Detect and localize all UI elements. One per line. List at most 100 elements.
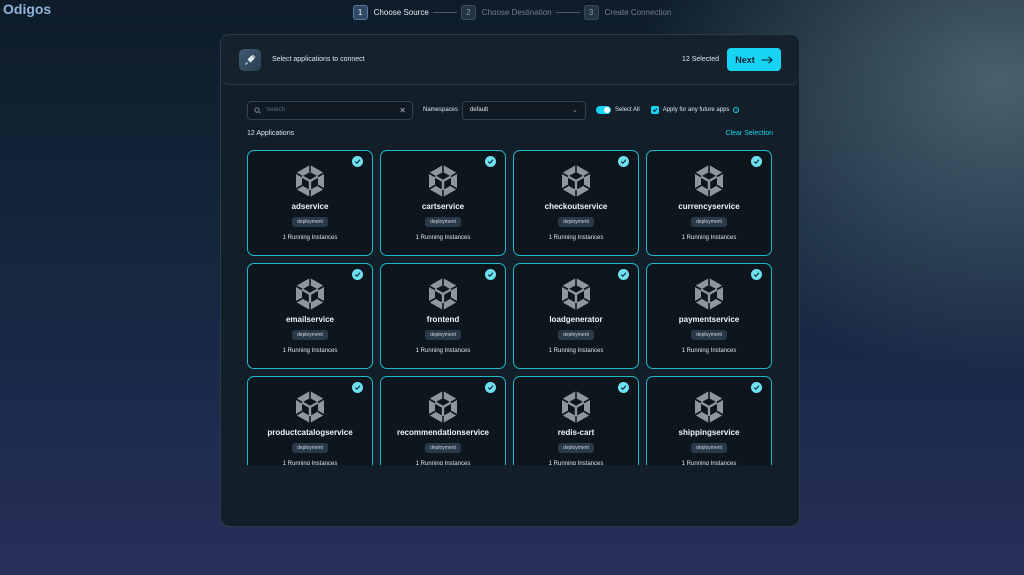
step-number: 2 xyxy=(460,5,476,20)
application-card[interactable]: recommendationservice deployment 1 Runni… xyxy=(380,376,506,465)
workload-kind-badge: deployment xyxy=(425,330,461,340)
cube-icon xyxy=(694,165,724,197)
running-instances: 1 Running Instances xyxy=(282,461,338,465)
running-instances: 1 Running Instances xyxy=(548,348,604,354)
header-actions: 12 Selected Next xyxy=(682,48,781,71)
step-connector xyxy=(555,12,580,13)
selected-check-icon xyxy=(485,269,496,280)
future-apps-checkbox[interactable] xyxy=(650,106,659,114)
panel-header: Select applications to connect 12 Select… xyxy=(221,35,799,85)
cube-icon xyxy=(694,391,724,423)
workload-kind-badge: deployment xyxy=(425,217,461,227)
step-number: 1 xyxy=(352,5,368,20)
application-card[interactable]: checkoutservice deployment 1 Running Ins… xyxy=(513,150,639,256)
search-input[interactable] xyxy=(266,107,400,113)
step-connector xyxy=(432,12,457,13)
check-icon xyxy=(652,108,658,113)
workload-kind-badge: deployment xyxy=(292,217,328,227)
workload-kind-badge: deployment xyxy=(558,330,594,340)
cube-icon xyxy=(295,165,325,197)
selected-check-icon xyxy=(751,382,762,393)
list-summary-row: 12 Applications Clear Selection xyxy=(247,130,773,137)
applications-grid-viewport[interactable]: adservice deployment 1 Running Instances… xyxy=(247,150,775,465)
application-card[interactable]: currencyservice deployment 1 Running Ins… xyxy=(646,150,772,256)
panel-title: Select applications to connect xyxy=(272,56,365,63)
selected-check-icon xyxy=(352,269,363,280)
cube-icon xyxy=(295,278,325,310)
application-name: adservice xyxy=(291,202,329,211)
application-name: cartservice xyxy=(421,202,465,211)
search-box: ✕ xyxy=(247,100,413,120)
step-create-connection: 3 Create Connection xyxy=(583,5,672,20)
application-name: loadgenerator xyxy=(549,315,603,324)
application-name: frontend xyxy=(426,315,460,324)
chevron-down-icon: ⌄ xyxy=(572,107,579,114)
application-card[interactable]: frontend deployment 1 Running Instances xyxy=(380,263,506,369)
search-icon xyxy=(254,106,261,114)
selected-check-icon xyxy=(618,156,629,167)
application-card[interactable]: loadgenerator deployment 1 Running Insta… xyxy=(513,263,639,369)
running-instances: 1 Running Instances xyxy=(415,461,471,465)
application-name: emailservice xyxy=(285,315,335,324)
clear-selection-link[interactable]: Clear Selection xyxy=(726,130,773,137)
clear-search-icon[interactable]: ✕ xyxy=(399,106,406,115)
application-name: paymentservice xyxy=(678,315,740,324)
workload-kind-badge: deployment xyxy=(558,217,594,227)
selected-check-icon xyxy=(485,156,496,167)
namespace-select[interactable]: default ⌄ xyxy=(462,100,587,120)
workload-kind-badge: deployment xyxy=(691,217,727,227)
filter-toolbar: ✕ Namespaces default ⌄ Select All Apply … xyxy=(247,100,775,120)
application-name: redis-cart xyxy=(557,428,595,437)
application-card[interactable]: adservice deployment 1 Running Instances xyxy=(247,150,373,256)
workload-kind-badge: deployment xyxy=(558,443,594,453)
namespace-value: default xyxy=(470,107,489,113)
running-instances: 1 Running Instances xyxy=(681,235,737,241)
cube-icon xyxy=(561,278,591,310)
running-instances: 1 Running Instances xyxy=(415,235,471,241)
workload-kind-badge: deployment xyxy=(691,443,727,453)
cube-icon xyxy=(295,391,325,423)
selected-check-icon xyxy=(485,382,496,393)
running-instances: 1 Running Instances xyxy=(548,235,604,241)
application-name: checkoutservice xyxy=(544,202,608,211)
select-all-label: Select All xyxy=(615,107,640,113)
selected-count: 12 Selected xyxy=(682,56,719,63)
cube-icon xyxy=(561,391,591,423)
selected-check-icon xyxy=(618,269,629,280)
application-card[interactable]: shippingservice deployment 1 Running Ins… xyxy=(646,376,772,465)
arrow-right-icon xyxy=(761,55,773,64)
selected-check-icon xyxy=(352,382,363,393)
step-label: Choose Source xyxy=(373,8,429,17)
source-selection-panel: Select applications to connect 12 Select… xyxy=(220,34,800,527)
step-label: Choose Destination xyxy=(481,8,552,17)
workload-kind-badge: deployment xyxy=(425,443,461,453)
workload-kind-badge: deployment xyxy=(292,330,328,340)
application-card[interactable]: cartservice deployment 1 Running Instanc… xyxy=(380,150,506,256)
application-name: productcatalogservice xyxy=(267,428,353,437)
next-button[interactable]: Next xyxy=(727,48,781,71)
application-card[interactable]: emailservice deployment 1 Running Instan… xyxy=(247,263,373,369)
namespaces-label: Namespaces xyxy=(423,107,459,113)
running-instances: 1 Running Instances xyxy=(681,461,737,465)
help-icon[interactable]: ? xyxy=(733,107,740,113)
step-choose-source: 1 Choose Source xyxy=(352,5,429,20)
applications-grid: adservice deployment 1 Running Instances… xyxy=(247,150,775,465)
stepper: 1 Choose Source 2 Choose Destination 3 C… xyxy=(0,5,1024,20)
select-all-toggle[interactable] xyxy=(596,106,612,114)
application-card[interactable]: productcatalogservice deployment 1 Runni… xyxy=(247,376,373,465)
next-button-label: Next xyxy=(735,54,755,65)
selected-check-icon xyxy=(618,382,629,393)
selected-check-icon xyxy=(751,156,762,167)
selected-check-icon xyxy=(751,269,762,280)
future-apps-label: Apply for any future apps xyxy=(662,107,730,113)
running-instances: 1 Running Instances xyxy=(282,348,338,354)
running-instances: 1 Running Instances xyxy=(548,461,604,465)
application-card[interactable]: paymentservice deployment 1 Running Inst… xyxy=(646,263,772,369)
application-name: shippingservice xyxy=(678,428,740,437)
workload-kind-badge: deployment xyxy=(292,443,328,453)
step-label: Create Connection xyxy=(604,8,672,17)
step-number: 3 xyxy=(583,5,599,20)
running-instances: 1 Running Instances xyxy=(282,235,338,241)
application-card[interactable]: redis-cart deployment 1 Running Instance… xyxy=(513,376,639,465)
cube-icon xyxy=(428,391,458,423)
